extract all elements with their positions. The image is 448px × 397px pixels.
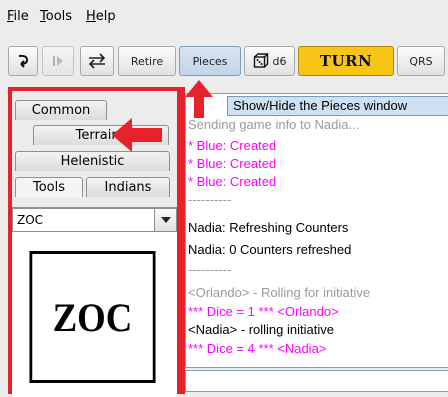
step-forward-button[interactable] xyxy=(42,46,74,76)
undo-icon xyxy=(18,54,29,68)
dice-icon xyxy=(253,53,268,68)
chevron-down-icon xyxy=(160,217,171,223)
undo-button[interactable] xyxy=(8,46,38,76)
log-line: ---------- xyxy=(188,192,232,207)
log-line: *** Dice = 4 *** <Nadia> xyxy=(188,341,327,356)
tab-indians[interactable]: Indians xyxy=(86,177,170,197)
menu-tools-rest: ools xyxy=(45,9,73,24)
up-arrow-icon xyxy=(185,80,213,118)
menu-file-rest: ile xyxy=(13,9,29,24)
tab-tools[interactable]: Tools xyxy=(15,177,83,197)
log-line: <Nadia> - rolling initiative xyxy=(188,322,334,337)
swap-arrows-icon xyxy=(88,53,106,69)
turn-button[interactable]: TURN xyxy=(298,46,394,76)
retire-button[interactable]: Retire xyxy=(118,46,176,76)
chat-input[interactable] xyxy=(185,370,448,392)
chat-log[interactable]: Sending game info to Nadia... * Blue: Cr… xyxy=(185,93,448,368)
log-line: Nadia: Refreshing Counters xyxy=(188,220,349,235)
left-arrow-icon xyxy=(112,118,162,152)
log-line: Sending game info to Nadia... xyxy=(188,117,360,132)
d6-dice-button[interactable]: d6 xyxy=(244,46,295,76)
pieces-tooltip: Show/Hide the Pieces window xyxy=(227,96,448,116)
log-line: * Blue: Created xyxy=(188,138,277,153)
tab-helenistic[interactable]: Helenistic xyxy=(15,151,170,171)
menu-bar: File Tools Help xyxy=(0,0,448,34)
tab-common[interactable]: Common xyxy=(15,100,107,120)
step-forward-icon xyxy=(53,56,63,66)
log-line: * Blue: Created xyxy=(188,156,277,171)
zoc-counter-piece[interactable]: ZOC xyxy=(29,251,156,383)
log-line: * Blue: Created xyxy=(188,174,277,189)
menu-file[interactable]: File xyxy=(7,9,29,24)
sync-button[interactable] xyxy=(80,46,114,76)
menu-tools[interactable]: Tools xyxy=(40,9,72,24)
log-line: *** Dice = 1 *** <Orlando> xyxy=(188,304,339,319)
combo-dropdown-button[interactable] xyxy=(154,209,176,231)
menu-help[interactable]: Help xyxy=(86,9,116,24)
log-line: Nadia: 0 Counters refreshed xyxy=(188,242,352,257)
combo-selected-value: ZOC xyxy=(17,213,44,227)
d6-label: d6 xyxy=(272,54,287,68)
menu-help-rest: elp xyxy=(95,9,116,24)
log-line: <Orlando> - Rolling for initiative xyxy=(188,285,371,300)
toolbar: Retire Pieces d6 TURN QRS xyxy=(0,42,448,80)
menu-help-mnemonic: H xyxy=(86,9,96,24)
log-line: ---------- xyxy=(188,262,232,277)
pieces-button[interactable]: Pieces xyxy=(179,46,241,76)
qrs-button[interactable]: QRS xyxy=(397,46,445,76)
piece-selector-combo[interactable]: ZOC xyxy=(12,208,177,232)
